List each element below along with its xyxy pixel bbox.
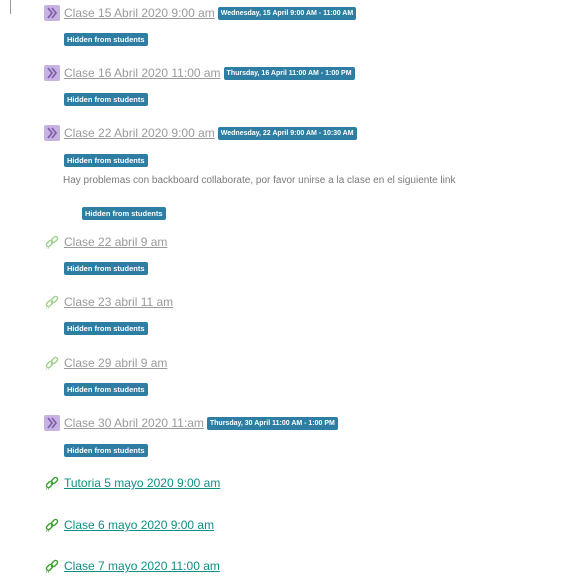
activity-link[interactable]: Clase 22 Abril 2020 9:00 am — [64, 126, 215, 140]
activity-link[interactable]: Clase 22 abril 9 am — [64, 235, 167, 249]
link-icon — [44, 475, 60, 491]
hidden-badge: Hidden from students — [64, 444, 148, 457]
divider-line — [10, 0, 11, 14]
hidden-badge: Hidden from students — [64, 154, 148, 167]
link-icon — [44, 517, 60, 533]
bigbluebutton-icon — [44, 415, 60, 431]
activity-item: Clase 23 abril 11 am — [44, 293, 569, 311]
label-text: Hay problemas con backboard collaborate,… — [63, 175, 456, 186]
activity-item: Tutoria 5 mayo 2020 9:00 am — [44, 474, 569, 492]
link-icon — [44, 355, 60, 371]
activity-link[interactable]: Clase 23 abril 11 am — [64, 295, 173, 309]
hidden-badge: Hidden from students — [64, 383, 148, 396]
activity-item: Clase 30 Abril 2020 11:am Thursday, 30 A… — [44, 414, 569, 432]
activity-item: Clase 7 mayo 2020 11:00 am — [44, 557, 569, 575]
activity-link[interactable]: Clase 7 mayo 2020 11:00 am — [64, 559, 220, 573]
hidden-badge: Hidden from students — [64, 93, 148, 106]
bigbluebutton-icon — [44, 5, 60, 21]
date-badge: Wednesday, 15 April 9:00 AM - 11:00 AM — [217, 6, 357, 20]
activity-link[interactable]: Clase 15 Abril 2020 9:00 am — [64, 6, 215, 20]
activity-link[interactable]: Tutoria 5 mayo 2020 9:00 am — [64, 476, 220, 490]
hidden-badge: Hidden from students — [64, 262, 148, 275]
activity-link[interactable]: Clase 16 Abril 2020 11:00 am — [64, 66, 221, 80]
activity-item: Clase 15 Abril 2020 9:00 am Wednesday, 1… — [44, 4, 569, 22]
activity-link[interactable]: Clase 29 abril 9 am — [64, 356, 167, 370]
bigbluebutton-icon — [44, 125, 60, 141]
hidden-badge: Hidden from students — [82, 207, 166, 220]
activity-item: Clase 16 Abril 2020 11:00 am Thursday, 1… — [44, 64, 569, 82]
activity-link[interactable]: Clase 6 mayo 2020 9:00 am — [64, 518, 214, 532]
activity-item: Clase 6 mayo 2020 9:00 am — [44, 516, 569, 534]
date-badge: Thursday, 30 April 11:00 AM - 1:00 PM — [206, 416, 338, 430]
date-badge: Wednesday, 22 April 9:00 AM - 10:30 AM — [217, 126, 357, 140]
activity-item: Clase 22 Abril 2020 9:00 am Wednesday, 2… — [44, 124, 569, 142]
hidden-badge: Hidden from students — [64, 33, 148, 46]
date-badge: Thursday, 16 April 11:00 AM - 1:00 PM — [223, 66, 355, 80]
link-icon — [44, 294, 60, 310]
activity-item: Clase 22 abril 9 am — [44, 233, 569, 251]
link-icon — [44, 234, 60, 250]
hidden-badge: Hidden from students — [64, 322, 148, 335]
activity-link[interactable]: Clase 30 Abril 2020 11:am — [64, 416, 204, 430]
bigbluebutton-icon — [44, 65, 60, 81]
link-icon — [44, 558, 60, 574]
activity-item: Clase 29 abril 9 am — [44, 354, 569, 372]
